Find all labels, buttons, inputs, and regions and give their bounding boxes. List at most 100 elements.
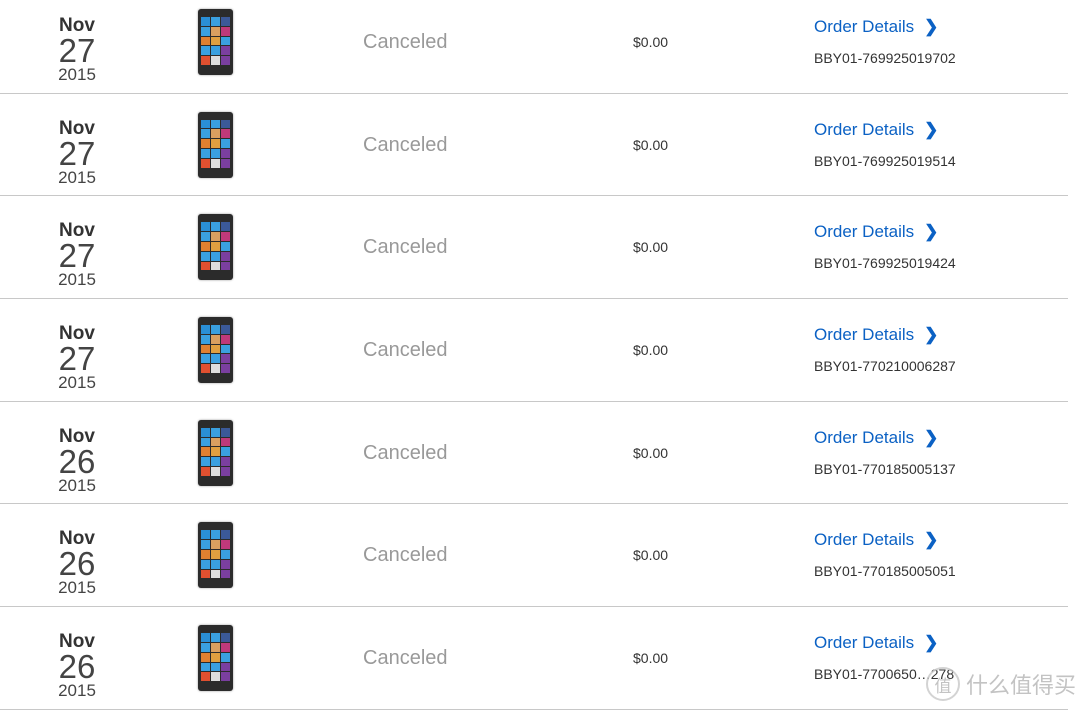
chevron-right-icon: ❯ bbox=[924, 17, 939, 36]
app-tile bbox=[201, 344, 210, 354]
app-tile bbox=[201, 437, 210, 447]
app-tile bbox=[211, 17, 220, 26]
app-tile bbox=[211, 633, 220, 642]
order-status: Canceled bbox=[363, 31, 448, 53]
app-tile bbox=[211, 139, 220, 149]
order-details-link[interactable]: Order Details ❯ bbox=[814, 17, 938, 37]
app-tile bbox=[201, 251, 210, 261]
order-date: Nov 26 2015 bbox=[37, 632, 117, 700]
app-tile bbox=[221, 569, 230, 579]
app-tile bbox=[211, 129, 220, 139]
order-details-link[interactable]: Order Details ❯ bbox=[814, 222, 938, 242]
order-details-link[interactable]: Order Details ❯ bbox=[814, 428, 938, 448]
app-tile bbox=[211, 36, 220, 46]
order-number: BBY01-770185005137 bbox=[814, 460, 956, 477]
product-thumbnail[interactable] bbox=[198, 214, 233, 281]
order-year: 2015 bbox=[58, 270, 96, 290]
app-tile bbox=[221, 550, 230, 559]
order-date: Nov 27 2015 bbox=[37, 324, 117, 392]
app-tile bbox=[201, 325, 210, 334]
app-tile bbox=[211, 559, 220, 569]
chevron-right-icon: ❯ bbox=[924, 633, 939, 653]
app-tile bbox=[221, 241, 230, 251]
app-tile bbox=[201, 26, 210, 36]
app-tile bbox=[201, 241, 210, 251]
app-tile bbox=[211, 540, 220, 550]
app-tile bbox=[221, 447, 230, 457]
product-thumbnail[interactable] bbox=[198, 522, 233, 589]
app-tile bbox=[201, 334, 210, 344]
app-tile bbox=[221, 26, 230, 36]
order-details-label: Order Details bbox=[814, 530, 915, 550]
app-tile bbox=[211, 149, 220, 158]
app-tile bbox=[211, 662, 220, 672]
order-total: $0.00 bbox=[633, 342, 669, 359]
product-thumbnail[interactable] bbox=[198, 9, 233, 75]
product-thumbnail[interactable] bbox=[198, 625, 233, 692]
order-total: $0.00 bbox=[633, 34, 669, 50]
order-day: 27 bbox=[58, 134, 96, 172]
app-tile bbox=[201, 447, 210, 457]
app-tile bbox=[221, 457, 230, 466]
order-year: 2015 bbox=[58, 578, 96, 598]
order-year: 2015 bbox=[58, 373, 96, 393]
app-tile bbox=[211, 652, 220, 662]
app-tile bbox=[211, 364, 220, 374]
product-thumbnail[interactable] bbox=[198, 111, 233, 178]
order-details-label: Order Details bbox=[814, 325, 915, 345]
app-tile bbox=[211, 334, 220, 344]
order-row: Nov 27 2015 Canceled $0.00 Order Details… bbox=[0, 299, 1068, 402]
app-tile bbox=[221, 540, 230, 550]
product-thumbnail[interactable] bbox=[198, 317, 233, 384]
order-date: Nov 27 2015 bbox=[37, 118, 117, 187]
order-details-link[interactable]: Order Details ❯ bbox=[814, 325, 938, 345]
order-total: $0.00 bbox=[633, 136, 669, 153]
order-number: BBY01-770185005051 bbox=[814, 563, 956, 580]
order-day: 26 bbox=[58, 545, 96, 583]
order-row: Nov 26 2015 Canceled $0.00 Order Details… bbox=[0, 504, 1068, 608]
order-total: $0.00 bbox=[633, 444, 669, 461]
chevron-right-icon: ❯ bbox=[924, 530, 939, 550]
order-date: Nov 26 2015 bbox=[37, 426, 117, 495]
order-details-link[interactable]: Order Details ❯ bbox=[814, 530, 938, 550]
app-tile bbox=[201, 642, 210, 652]
app-tile bbox=[221, 662, 230, 672]
order-row: Nov 27 2015 Canceled $0.00 Order Details… bbox=[0, 196, 1068, 300]
app-tile bbox=[211, 325, 220, 334]
order-total: $0.00 bbox=[633, 547, 669, 564]
order-details-link[interactable]: Order Details ❯ bbox=[814, 633, 938, 653]
order-details-link[interactable]: Order Details ❯ bbox=[814, 120, 938, 140]
app-tile bbox=[211, 354, 220, 364]
app-tile bbox=[221, 56, 230, 65]
app-tile bbox=[201, 129, 210, 139]
app-tile bbox=[221, 119, 230, 129]
app-tile bbox=[201, 662, 210, 672]
app-tile bbox=[211, 232, 220, 241]
order-date: Nov 26 2015 bbox=[37, 529, 117, 597]
app-tile bbox=[211, 158, 220, 168]
order-status: Canceled bbox=[363, 236, 448, 259]
app-tile bbox=[211, 251, 220, 261]
app-tile bbox=[221, 251, 230, 261]
order-day: 27 bbox=[58, 340, 96, 378]
app-tile bbox=[221, 36, 230, 46]
app-tile bbox=[221, 633, 230, 642]
chevron-right-icon: ❯ bbox=[924, 119, 939, 139]
app-tile bbox=[201, 222, 210, 232]
order-total: $0.00 bbox=[633, 650, 669, 667]
app-tile bbox=[221, 427, 230, 437]
product-thumbnail[interactable] bbox=[198, 419, 233, 486]
order-details-label: Order Details bbox=[814, 222, 915, 242]
app-tile bbox=[211, 569, 220, 579]
order-year: 2015 bbox=[58, 65, 96, 84]
app-tile bbox=[201, 36, 210, 46]
app-tile bbox=[201, 119, 210, 129]
app-tile bbox=[221, 672, 230, 682]
app-tile bbox=[211, 642, 220, 652]
order-details-label: Order Details bbox=[814, 17, 915, 36]
app-tile bbox=[201, 56, 210, 65]
app-tile bbox=[211, 119, 220, 129]
app-tile bbox=[201, 540, 210, 550]
chevron-right-icon: ❯ bbox=[924, 222, 939, 242]
app-tile bbox=[221, 232, 230, 241]
